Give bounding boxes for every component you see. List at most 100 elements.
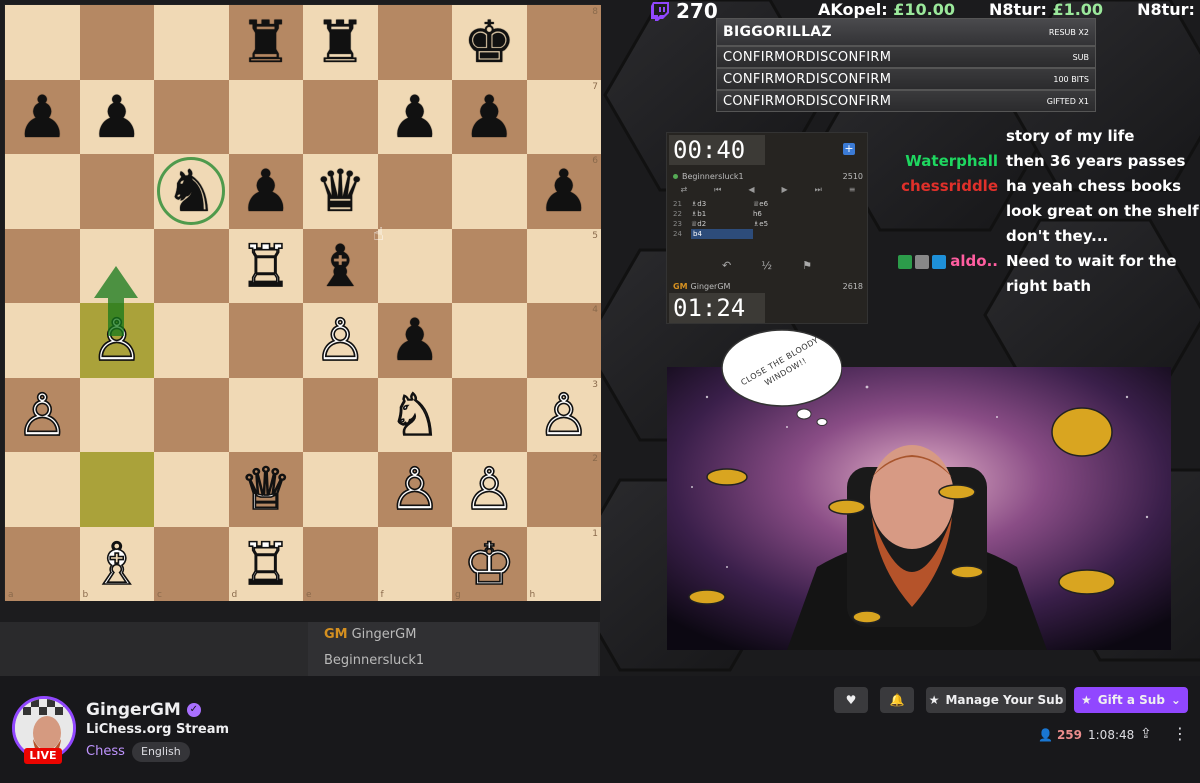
square-f8[interactable] [377, 5, 452, 80]
black-move[interactable] [753, 229, 815, 239]
move-row[interactable]: 22 ♗b1 h6 [673, 209, 857, 219]
chess-piece[interactable]: ♟ [463, 88, 515, 146]
square-d6[interactable]: ♟ [228, 154, 303, 229]
square-b1[interactable]: ♗ b [79, 526, 154, 601]
square-c3[interactable] [154, 377, 229, 452]
chess-piece[interactable]: ♙ [90, 310, 144, 370]
chess-piece[interactable]: ♕ [239, 459, 293, 519]
square-c2[interactable] [154, 452, 229, 527]
resign-flag-icon[interactable]: ⚑ [802, 259, 812, 272]
notifications-button[interactable]: 🔔 [880, 687, 914, 713]
share-icon[interactable]: ⇪ [1140, 726, 1152, 742]
square-a8[interactable] [5, 5, 80, 80]
next-move-icon[interactable]: ▶ [781, 185, 787, 199]
black-move[interactable]: h6 [753, 209, 815, 219]
square-e8[interactable]: ♜ [303, 5, 378, 80]
square-b2[interactable] [79, 452, 154, 527]
square-h4[interactable]: 4 [526, 303, 601, 378]
chess-board[interactable]: ♜ ♜ ♚ 8 ♟ ♟ ♟ ♟ 7 ♞ ♟ ♛ ♟ 6 ♖ ♝ 5 ♙ ♙ ♟ 4 ♙ ♘ ♙ 3 ♕ ♙ ♙ 2 a ♗ b c ♖ d e f ♔ g h… [4, 4, 601, 601]
square-h2[interactable]: 2 [526, 452, 601, 527]
chess-piece[interactable]: ♟ [240, 162, 292, 220]
white-move[interactable]: b4 [691, 229, 753, 239]
square-b4[interactable]: ♙ [79, 303, 154, 378]
square-a3[interactable]: ♙ [5, 377, 80, 452]
chess-piece[interactable]: ♟ [538, 162, 590, 220]
square-d3[interactable] [228, 377, 303, 452]
square-d1[interactable]: ♖ d [228, 526, 303, 601]
square-f7[interactable]: ♟ [377, 79, 452, 154]
square-a6[interactable] [5, 154, 80, 229]
chess-piece[interactable]: ♗ [90, 534, 144, 594]
manage-sub-button[interactable]: ★ Manage Your Sub [926, 687, 1066, 713]
black-move[interactable]: ♗e5 [753, 219, 815, 229]
first-move-icon[interactable]: ⏮ [714, 185, 721, 199]
player-row[interactable]: Beginnersluck1 [308, 648, 598, 674]
square-c8[interactable] [154, 5, 229, 80]
chess-piece[interactable]: ♙ [313, 310, 367, 370]
square-f2[interactable]: ♙ [377, 452, 452, 527]
square-d7[interactable] [228, 79, 303, 154]
square-f6[interactable] [377, 154, 452, 229]
stream-player[interactable]: ♜ ♜ ♚ 8 ♟ ♟ ♟ ♟ 7 ♞ ♟ ♛ ♟ 6 ♖ ♝ 5 ♙ ♙ ♟ 4 ♙ ♘ ♙ 3 ♕ ♙ ♙ 2 a ♗ b c ♖ d e f ♔ g h… [0, 0, 1200, 676]
square-g2[interactable]: ♙ [452, 452, 527, 527]
square-h7[interactable]: 7 [526, 79, 601, 154]
chess-piece[interactable]: ♝ [314, 237, 366, 295]
last-move-icon[interactable]: ⏭ [815, 185, 822, 199]
square-g5[interactable] [452, 228, 527, 303]
square-g3[interactable] [452, 377, 527, 452]
chess-piece[interactable]: ♜ [240, 13, 292, 71]
square-b3[interactable] [79, 377, 154, 452]
square-e1[interactable]: e [303, 526, 378, 601]
channel-name[interactable]: GingerGM [86, 700, 181, 720]
menu-icon[interactable]: ≡ [849, 185, 856, 199]
square-e6[interactable]: ♛ [303, 154, 378, 229]
language-tag[interactable]: English [132, 742, 190, 762]
chess-piece[interactable]: ♛ [314, 162, 366, 220]
square-c1[interactable]: c [154, 526, 229, 601]
square-g1[interactable]: ♔ g [452, 526, 527, 601]
square-a2[interactable] [5, 452, 80, 527]
square-e4[interactable]: ♙ [303, 303, 378, 378]
offer-draw-button[interactable]: ½ [761, 259, 772, 272]
chess-piece[interactable]: ♙ [388, 459, 442, 519]
takeback-icon[interactable]: ↶ [722, 259, 731, 272]
square-f1[interactable]: f [377, 526, 452, 601]
square-a1[interactable]: a [5, 526, 80, 601]
chess-piece[interactable]: ♖ [239, 534, 293, 594]
white-move[interactable]: ♕d2 [691, 219, 753, 229]
square-c5[interactable] [154, 228, 229, 303]
square-a4[interactable] [5, 303, 80, 378]
move-row[interactable]: 23 ♕d2 ♗e5 [673, 219, 857, 229]
move-row[interactable]: 21 ♗d3 ♕e6 [673, 199, 857, 209]
square-b6[interactable] [79, 154, 154, 229]
square-f3[interactable]: ♘ [377, 377, 452, 452]
square-d4[interactable] [228, 303, 303, 378]
chess-piece[interactable]: ♟ [389, 311, 441, 369]
white-move[interactable]: ♗b1 [691, 209, 753, 219]
more-options-icon[interactable]: ⋮ [1172, 724, 1188, 743]
square-a5[interactable] [5, 228, 80, 303]
square-d5[interactable]: ♖ [228, 228, 303, 303]
chess-piece[interactable]: ♚ [463, 13, 515, 71]
chess-piece[interactable]: ♟ [91, 88, 143, 146]
chess-piece[interactable]: ♖ [239, 236, 293, 296]
chess-piece[interactable]: ♟ [16, 88, 68, 146]
follow-button[interactable]: ♥ [834, 687, 868, 713]
black-move[interactable]: ♕e6 [753, 199, 815, 209]
prev-move-icon[interactable]: ◀ [748, 185, 754, 199]
move-row[interactable]: 24 b4 [673, 229, 857, 239]
square-b8[interactable] [79, 5, 154, 80]
chess-piece[interactable]: ♟ [389, 88, 441, 146]
square-d8[interactable]: ♜ [228, 5, 303, 80]
flip-icon[interactable]: ⇄ [680, 185, 687, 199]
player-row[interactable]: GM GingerGM [308, 622, 598, 648]
chess-piece[interactable]: ♘ [388, 385, 442, 445]
square-d2[interactable]: ♕ [228, 452, 303, 527]
square-g8[interactable]: ♚ [452, 5, 527, 80]
square-c4[interactable] [154, 303, 229, 378]
square-g6[interactable] [452, 154, 527, 229]
category-link[interactable]: Chess [86, 744, 125, 759]
chess-piece[interactable]: ♙ [462, 459, 516, 519]
square-a7[interactable]: ♟ [5, 79, 80, 154]
gift-sub-button[interactable]: ★ Gift a Sub ⌄ [1074, 687, 1188, 713]
